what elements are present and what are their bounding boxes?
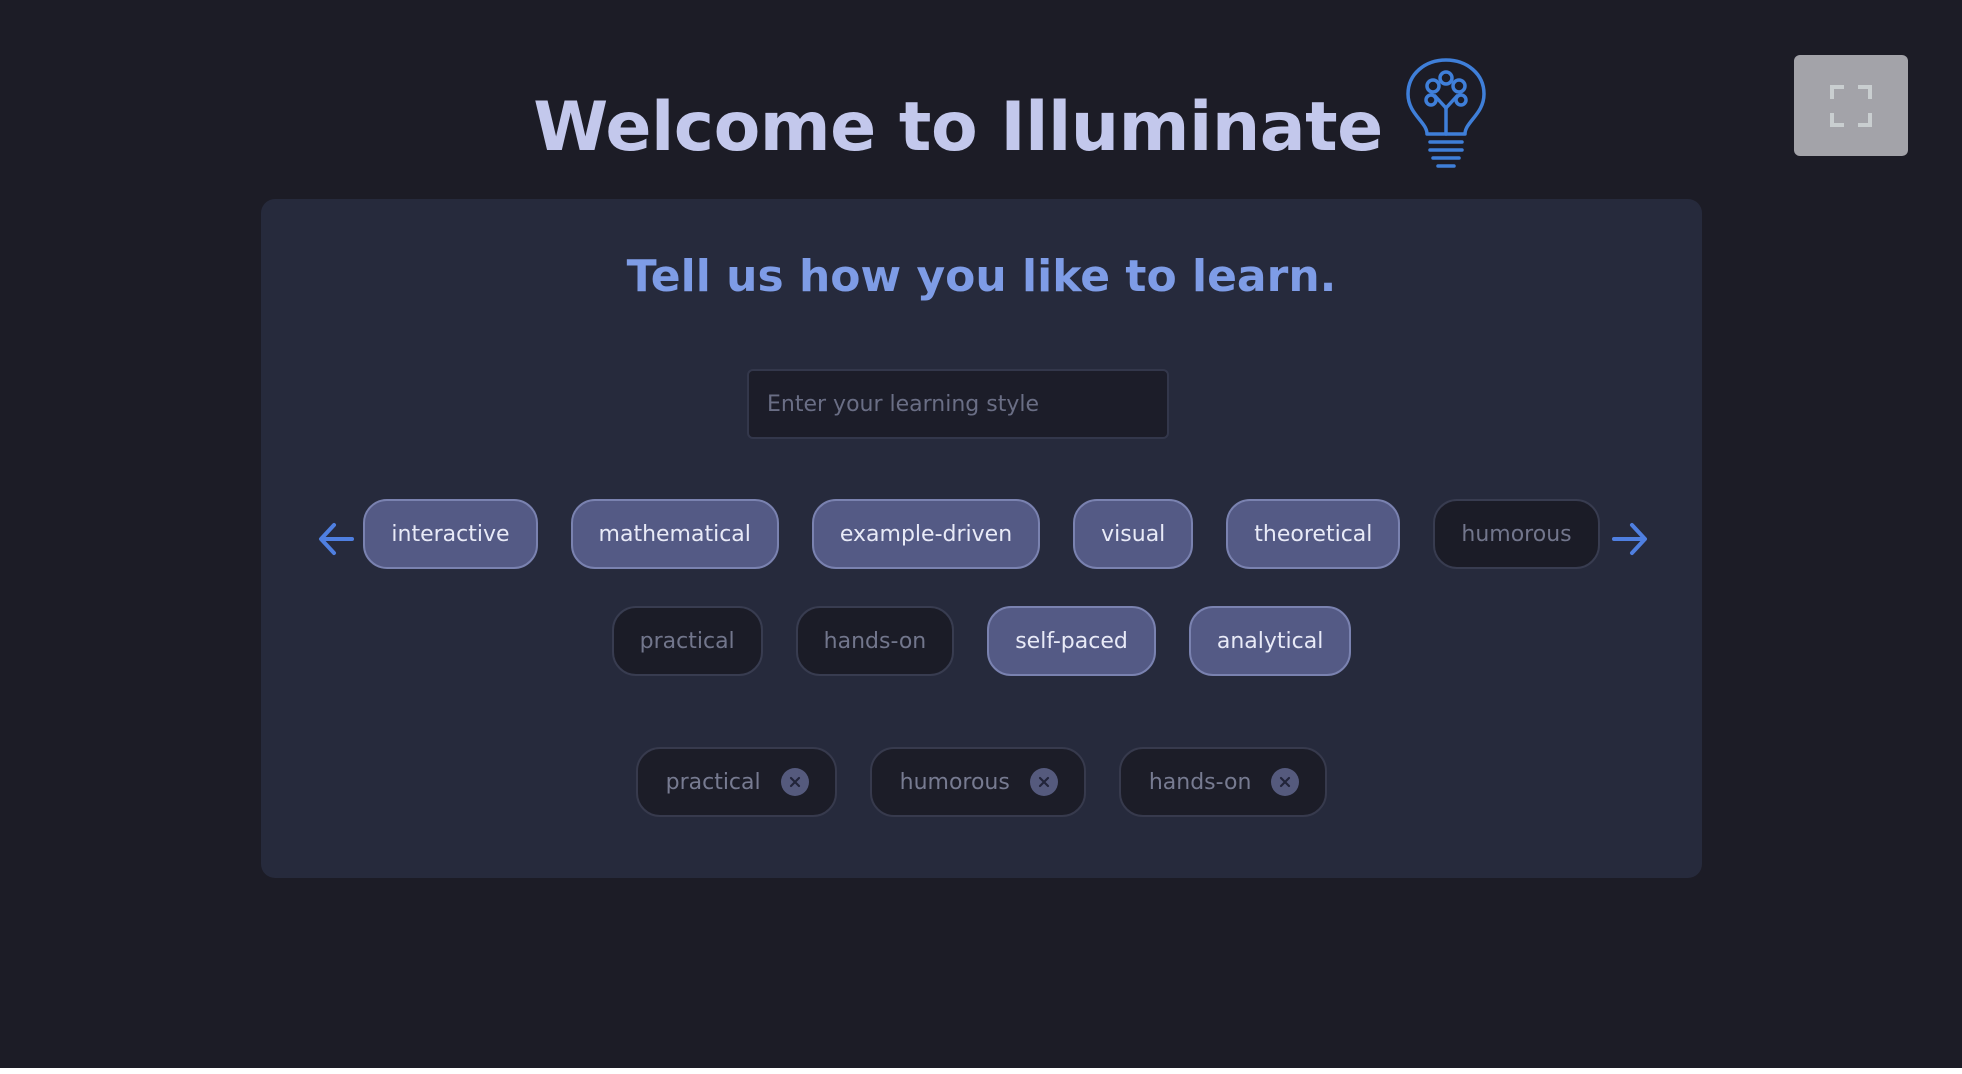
chip-label: hands-on [823, 628, 927, 654]
fullscreen-button[interactable] [1794, 55, 1908, 156]
close-icon[interactable] [1271, 768, 1300, 796]
chip-practical[interactable]: practical [611, 606, 763, 676]
chip-humorous[interactable]: humorous [1433, 499, 1600, 569]
page-header: Welcome to Illuminate [0, 58, 1962, 192]
chip-theoretical[interactable]: theoretical [1226, 499, 1401, 569]
lightbulb-icon [1406, 58, 1486, 168]
chip-label: visual [1101, 521, 1166, 547]
tag-label: humorous [899, 769, 1010, 795]
selected-tag-hands-on: hands-on [1118, 747, 1328, 817]
chip-label: theoretical [1254, 521, 1373, 547]
tag-label: practical [665, 769, 761, 795]
chip-label: humorous [1461, 521, 1572, 547]
chip-label: self-paced [1015, 628, 1128, 654]
chip-label: mathematical [598, 521, 751, 547]
chip-label: practical [639, 628, 735, 654]
chip-label: example-driven [839, 521, 1013, 547]
chip-self-paced[interactable]: self-paced [987, 606, 1156, 676]
close-icon[interactable] [780, 768, 809, 796]
chip-visual[interactable]: visual [1073, 499, 1194, 569]
selected-tags-row: practical humorous hands-on [261, 747, 1702, 817]
fullscreen-icon [1830, 84, 1872, 127]
tag-label: hands-on [1148, 769, 1252, 795]
chip-interactive[interactable]: interactive [363, 499, 538, 569]
chip-label: analytical [1216, 628, 1324, 654]
page-title: Welcome to Illuminate [533, 87, 1383, 167]
selected-tag-practical: practical [635, 747, 837, 817]
bottom-strip [0, 1068, 1962, 1074]
chip-example-driven[interactable]: example-driven [811, 499, 1041, 569]
chip-analytical[interactable]: analytical [1188, 606, 1352, 676]
learning-style-input[interactable] [747, 369, 1169, 439]
card-title: Tell us how you like to learn. [626, 251, 1337, 302]
chip-mathematical[interactable]: mathematical [570, 499, 779, 569]
chip-hands-on[interactable]: hands-on [795, 606, 955, 676]
suggestion-chips-row-1: interactive mathematical example-driven … [261, 499, 1702, 569]
close-icon[interactable] [1029, 768, 1058, 796]
suggestion-chips-row-2: practical hands-on self-paced analytical [261, 606, 1702, 676]
selected-tag-humorous: humorous [869, 747, 1086, 817]
learning-style-card: Tell us how you like to learn. interacti… [261, 199, 1702, 878]
chip-label: interactive [391, 521, 510, 547]
